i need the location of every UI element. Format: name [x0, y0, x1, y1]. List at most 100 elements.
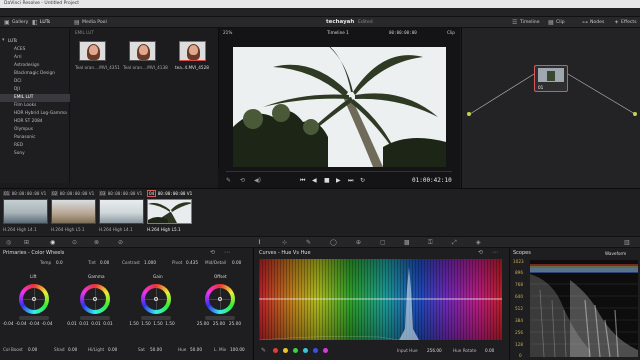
more-options-icon[interactable]: ⋯	[492, 249, 498, 256]
temp-value[interactable]: 0.0	[56, 260, 63, 265]
offset-value[interactable]: 25.00	[212, 322, 226, 327]
offset-wheel[interactable]	[205, 284, 235, 314]
scopes-toggle-icon[interactable]: ▥	[624, 239, 630, 246]
corrector-node[interactable]: 01	[534, 65, 568, 92]
lut-root[interactable]: LUTs	[8, 38, 17, 43]
lut-folder-item[interactable]: Sony	[0, 150, 70, 158]
nodes-button[interactable]: Nodes	[590, 17, 604, 28]
hue-vs-hue-graph[interactable]	[259, 259, 502, 340]
lut-folder-item[interactable]: Blackmagic Design	[0, 70, 70, 78]
magic-mask-icon[interactable]: ▢	[380, 239, 386, 246]
offset-value[interactable]: 25.00	[196, 322, 210, 327]
pen-icon[interactable]: ✎	[226, 177, 231, 184]
hi-light-value[interactable]: 0.00	[108, 347, 117, 352]
lut-thumbnail-selected[interactable]	[179, 41, 206, 61]
lut-folder-item[interactable]: Film Looks	[0, 102, 70, 110]
reset-icon[interactable]: ⟲	[210, 249, 215, 256]
scope-mode-select[interactable]: Waveform	[605, 251, 626, 256]
color-match-icon[interactable]: ⊞	[24, 239, 29, 246]
loop-icon[interactable]: ⟲	[240, 177, 245, 184]
lum-mix-value[interactable]: 100.00	[230, 347, 245, 352]
audio-icon[interactable]: ◀)	[254, 177, 261, 184]
more-options-icon[interactable]: ⋯	[224, 249, 230, 256]
lift-value[interactable]: -0.04	[2, 322, 14, 327]
contrast-value[interactable]: 1.000	[144, 260, 156, 265]
loop-playback-icon[interactable]: ↻	[360, 177, 365, 184]
hue-curve[interactable]	[259, 259, 502, 340]
gallery-button[interactable]: Gallery	[12, 17, 28, 28]
hdr-icon[interactable]: ⊘	[118, 239, 123, 246]
reverse-icon[interactable]: ◀	[312, 177, 317, 184]
gain-value[interactable]: 1.50	[152, 322, 164, 327]
media-pool-button[interactable]: Media Pool	[82, 17, 107, 28]
gain-value[interactable]: 1.50	[140, 322, 152, 327]
gamma-value[interactable]: 0.01	[66, 322, 78, 327]
lut-folder-item[interactable]: Panasonic	[0, 134, 70, 142]
lut-folder-item[interactable]: Olympus	[0, 126, 70, 134]
hue-swatch-red[interactable]	[273, 348, 278, 353]
clip-thumbnail[interactable]	[51, 199, 96, 224]
lut-folder-item-selected[interactable]: EMIL LUT	[0, 94, 70, 102]
gamma-wheel[interactable]	[80, 284, 110, 314]
gain-value[interactable]: 1.50	[128, 322, 140, 327]
lut-folder-item[interactable]: ACES	[0, 46, 70, 54]
gain-wheel[interactable]	[141, 284, 171, 314]
stop-icon[interactable]: ■	[324, 177, 330, 184]
lut-folder-item[interactable]: RED	[0, 142, 70, 150]
lift-master-wheel[interactable]	[19, 316, 49, 320]
lut-thumbnail[interactable]	[79, 41, 106, 61]
qualifier-icon[interactable]: ✎	[306, 239, 311, 246]
lut-folder-item[interactable]: HDR Hybrid Log-Gamma	[0, 110, 70, 118]
lut-thumbnail[interactable]	[129, 41, 156, 61]
rgb-mixer-icon[interactable]: ⊙	[72, 239, 77, 246]
lut-folder-item[interactable]: Astrodesign	[0, 62, 70, 70]
hue-swatch-yellow[interactable]	[283, 348, 288, 353]
curves-icon[interactable]: ⌇	[258, 239, 261, 246]
lut-folder-item[interactable]: HDR ST 2084	[0, 118, 70, 126]
hue-value[interactable]: 50.00	[190, 347, 202, 352]
offset-master-wheel[interactable]	[205, 316, 235, 320]
timeline-selector[interactable]: Timeline 1	[327, 30, 349, 35]
color-warper-icon[interactable]: ⊹	[282, 239, 287, 246]
hue-swatch-magenta[interactable]	[323, 348, 328, 353]
hue-rotate-value[interactable]: 0.00	[485, 348, 494, 353]
lift-wheel[interactable]	[19, 284, 49, 314]
hue-swatch-blue[interactable]	[313, 348, 318, 353]
zoom-level[interactable]: 21%	[223, 30, 232, 35]
window-icon[interactable]: ◯	[330, 239, 337, 246]
hue-swatch-cyan[interactable]	[303, 348, 308, 353]
key-icon[interactable]: ⚿	[428, 239, 433, 246]
viewer-mode[interactable]: Clip	[447, 30, 455, 35]
gain-master-wheel[interactable]	[141, 316, 171, 320]
gamma-value[interactable]: 0.01	[102, 322, 114, 327]
tint-value[interactable]: 0.00	[100, 260, 109, 265]
motion-effects-icon[interactable]: ⊗	[94, 239, 99, 246]
color-wheels-icon[interactable]: ◉	[50, 239, 55, 246]
effects-button[interactable]: Effects	[621, 17, 637, 28]
clip-button[interactable]: Clip	[556, 17, 565, 28]
eyedropper-icon[interactable]: ✎	[261, 347, 266, 354]
sizing-icon[interactable]: ⤢	[452, 239, 457, 246]
clip-thumbnail[interactable]	[99, 199, 144, 224]
gamma-value[interactable]: 0.01	[90, 322, 102, 327]
shad-value[interactable]: 0.00	[68, 347, 77, 352]
lift-value[interactable]: -0.04	[15, 322, 27, 327]
blur-icon[interactable]: ▩	[404, 239, 410, 246]
clip-thumbnail-active[interactable]	[147, 199, 192, 224]
gamma-master-wheel[interactable]	[80, 316, 110, 320]
mid-detail-value[interactable]: 0.00	[232, 260, 241, 265]
gamma-value[interactable]: 0.01	[78, 322, 90, 327]
lut-folder-item[interactable]: DJI	[0, 86, 70, 94]
3d-icon[interactable]: ◈	[476, 239, 481, 246]
lut-folder-item[interactable]: DCI	[0, 78, 70, 86]
luts-button[interactable]: LUTs	[40, 17, 50, 28]
skip-forward-icon[interactable]: ⏭	[348, 177, 353, 184]
camera-raw-icon[interactable]: ◎	[6, 239, 11, 246]
sat-value[interactable]: 50.00	[150, 347, 162, 352]
lift-value[interactable]: -0.04	[28, 322, 40, 327]
timeline-button[interactable]: Timeline	[520, 17, 540, 28]
col-boost-value[interactable]: 0.00	[28, 347, 37, 352]
play-icon[interactable]: ▶	[336, 177, 341, 184]
chevron-down-icon[interactable]: ▾	[2, 37, 5, 44]
gain-value[interactable]: 1.50	[164, 322, 176, 327]
